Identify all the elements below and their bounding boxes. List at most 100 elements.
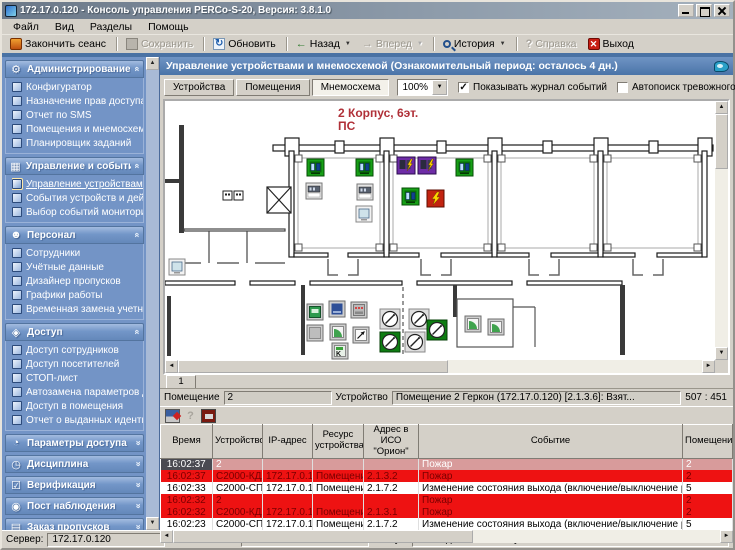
- autosearch-checkbox[interactable]: Автопоиск тревожного устройства: [617, 82, 735, 93]
- expand-chevron-icon[interactable]: «: [132, 440, 142, 445]
- menu-Помощь[interactable]: Помощь: [141, 20, 196, 34]
- column-header[interactable]: IP-адрес: [263, 425, 313, 459]
- sidebar-item[interactable]: Выбор событий мониторинга: [12, 205, 143, 219]
- event-row[interactable]: 16:02:322Пожар2: [161, 494, 733, 506]
- plan-device-gray-device[interactable]: [306, 183, 322, 199]
- plan-device-keypad[interactable]: K: [332, 343, 348, 359]
- scroll-thumb[interactable]: [715, 114, 728, 169]
- event-row[interactable]: 16:02:33С2000-СП1172.17.0.120Помещение 2…: [161, 482, 733, 494]
- scroll-left-icon[interactable]: ◄: [160, 530, 173, 543]
- plan-device-panel-red[interactable]: [351, 302, 367, 318]
- scroll-right-icon[interactable]: ►: [720, 530, 733, 543]
- event-row[interactable]: 16:02:23С2000-СП1172.17.0.120Помещение 2…: [161, 518, 733, 530]
- plan-device-red-alarm[interactable]: [427, 190, 444, 207]
- back-dropdown-icon[interactable]: ▼: [345, 41, 351, 47]
- collapse-chevron-icon[interactable]: «: [132, 66, 142, 71]
- sidebar-section-header[interactable]: ☑Верификация«: [5, 476, 144, 494]
- plan-device-green-device[interactable]: [456, 159, 473, 176]
- table-horizontal-scrollbar[interactable]: ◄ ►: [160, 530, 733, 543]
- floor-plan-canvas[interactable]: 2 Корпус, 6эт. ПС K: [165, 101, 715, 360]
- sidebar-section-header[interactable]: ◷Дисциплина«: [5, 455, 144, 473]
- tab-Мнемосхема[interactable]: Мнемосхема: [312, 79, 390, 96]
- scroll-right-icon[interactable]: ►: [702, 360, 715, 373]
- menu-Вид[interactable]: Вид: [48, 20, 81, 34]
- scroll-up-icon[interactable]: ▲: [715, 101, 728, 114]
- exit-button[interactable]: ✕ Выход: [584, 37, 640, 51]
- column-header[interactable]: Адрес в ИСО"Орион": [364, 425, 419, 459]
- title-bar[interactable]: 172.17.0.120 - Консоль управления PERCo-…: [2, 2, 733, 19]
- expand-chevron-icon[interactable]: «: [132, 524, 142, 529]
- menu-Разделы[interactable]: Разделы: [83, 20, 139, 34]
- scroll-left-icon[interactable]: ◄: [165, 360, 178, 373]
- sidebar-item[interactable]: Назначение прав доступа о...: [12, 94, 143, 108]
- maximize-button[interactable]: [696, 4, 712, 17]
- sidebar-item[interactable]: Конфигуратор: [12, 80, 143, 94]
- collapse-chevron-icon[interactable]: «: [132, 329, 142, 334]
- plan-device-gauge-green[interactable]: [380, 332, 400, 352]
- tab-Устройства[interactable]: Устройства: [164, 79, 234, 96]
- sidebar-section-header[interactable]: ◉Пост наблюдения«: [5, 497, 144, 515]
- sidebar-item[interactable]: Учётные данные: [12, 260, 143, 274]
- sidebar-item[interactable]: Дизайнер пропусков: [12, 274, 143, 288]
- plan-device-green-device[interactable]: [356, 159, 373, 176]
- sidebar-item[interactable]: Графики работы: [12, 288, 143, 302]
- plan-device-purple-device[interactable]: [418, 157, 436, 174]
- refresh-button[interactable]: ↻ Обновить: [209, 37, 282, 51]
- plan-device-white-screen[interactable]: [169, 259, 185, 275]
- event-row[interactable]: 16:02:37С2000-КДЛ172.17.0.120Помещение 2…: [161, 470, 733, 482]
- plan-device-green-device[interactable]: [307, 159, 324, 176]
- scroll-down-icon[interactable]: ▼: [715, 347, 728, 360]
- plan-device-gauge[interactable]: [405, 332, 425, 352]
- journal-export-icon[interactable]: [201, 409, 216, 423]
- tab-Помещения[interactable]: Помещения: [236, 79, 309, 96]
- plan-device-door-green[interactable]: [330, 324, 346, 340]
- minimize-button[interactable]: [678, 4, 694, 17]
- zoom-select[interactable]: 100% ▼: [397, 79, 448, 96]
- sidebar-item[interactable]: Автозамена параметров до...: [12, 385, 143, 399]
- scroll-thumb[interactable]: [178, 360, 448, 373]
- sidebar-item[interactable]: Помещения и мнемосхема: [12, 122, 143, 136]
- plan-device-panel-blue[interactable]: [329, 301, 345, 317]
- plan-device-door-green[interactable]: [488, 319, 504, 335]
- plan-device-gray-device[interactable]: [357, 184, 373, 200]
- sidebar-item[interactable]: Сотрудники: [12, 246, 143, 260]
- event-row[interactable]: 16:02:372Пожар2: [161, 458, 733, 470]
- sidebar-scrollbar[interactable]: ▲ ▼: [146, 57, 159, 530]
- zoom-dropdown-icon[interactable]: ▼: [432, 80, 447, 95]
- plan-device-relay-pair[interactable]: [223, 191, 243, 200]
- checkbox-unchecked-icon[interactable]: [617, 82, 628, 93]
- sidebar-item[interactable]: Доступ в помещения: [12, 399, 143, 413]
- show-journal-checkbox[interactable]: ✓ Показывать журнал событий: [458, 82, 607, 93]
- history-button[interactable]: История▼: [439, 37, 512, 51]
- column-header[interactable]: Помещение: [683, 425, 733, 459]
- column-header[interactable]: Устройство: [213, 425, 263, 459]
- plan-device-purple-device[interactable]: [397, 157, 415, 174]
- sidebar-item[interactable]: Управление устройствами и...: [12, 177, 143, 191]
- sidebar-section-header[interactable]: ▦Управление и события«: [5, 157, 144, 175]
- collapse-chevron-icon[interactable]: «: [132, 232, 142, 237]
- forward-button[interactable]: → Вперед▼: [358, 37, 429, 51]
- sidebar-section-header[interactable]: ▤Заказ пропусков«: [5, 518, 144, 530]
- history-dropdown-icon[interactable]: ▼: [500, 41, 506, 47]
- plan-vertical-scrollbar[interactable]: ▲ ▼: [715, 101, 728, 360]
- sidebar-section-header[interactable]: ◈Доступ«: [5, 323, 144, 341]
- plan-device-gauge-green[interactable]: [427, 320, 447, 340]
- collapse-chevron-icon[interactable]: «: [132, 163, 142, 168]
- save-button[interactable]: Сохранить: [122, 37, 199, 51]
- end-session-button[interactable]: Закончить сеанс: [6, 37, 112, 51]
- plan-page-tab-1[interactable]: 1: [166, 375, 196, 388]
- plan-device-green-device[interactable]: [402, 188, 419, 205]
- back-button[interactable]: ← Назад▼: [292, 37, 357, 51]
- menu-Файл[interactable]: Файл: [6, 20, 46, 34]
- help-button[interactable]: ? Справка: [522, 37, 583, 51]
- column-header[interactable]: Время: [161, 425, 213, 459]
- scroll-thumb[interactable]: [173, 530, 473, 543]
- expand-chevron-icon[interactable]: «: [132, 503, 142, 508]
- sidebar-section-header[interactable]: ⚙Администрирование«: [5, 60, 144, 78]
- sidebar-item[interactable]: Отчет о выданных идентиф...: [12, 413, 143, 427]
- plan-device-arrow[interactable]: [353, 327, 369, 343]
- hint-bubble-icon[interactable]: [714, 61, 729, 72]
- plan-device-white-screen[interactable]: [356, 206, 372, 222]
- sidebar-section-header[interactable]: ☻Персонал«: [5, 226, 144, 244]
- sidebar-scroll-down-icon[interactable]: ▼: [146, 517, 159, 530]
